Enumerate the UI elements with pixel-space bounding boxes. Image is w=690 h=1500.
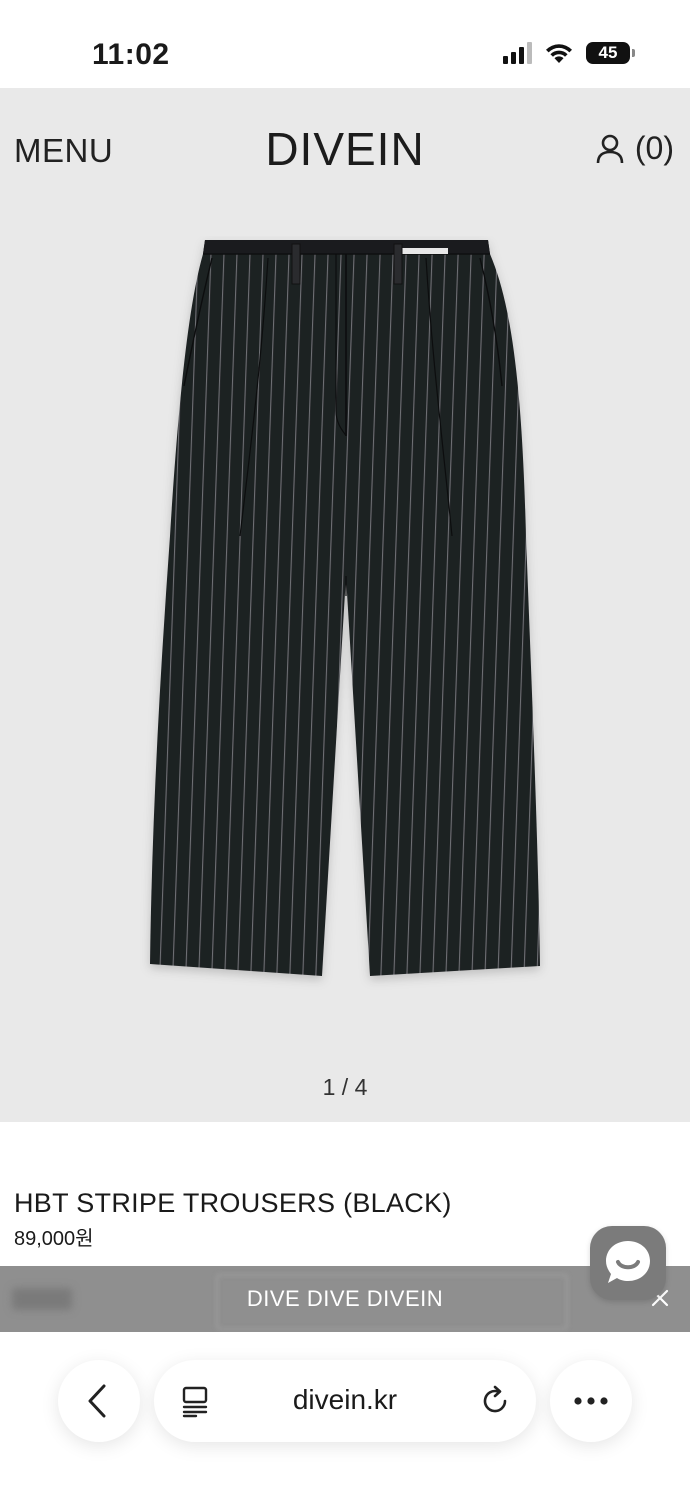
address-bar[interactable]: divein.kr: [154, 1360, 536, 1442]
wifi-icon: [546, 44, 572, 63]
banner-text: DIVE DIVE DIVEIN: [246, 1286, 444, 1311]
battery-indicator: 45: [586, 42, 635, 64]
product-gallery[interactable]: MENU DIVEIN (0) 1 / 4: [0, 88, 690, 1122]
product-price: 89,000원: [14, 1228, 94, 1250]
person-icon: [596, 134, 624, 163]
cellular-signal-icon: [503, 42, 532, 64]
status-time: 11:02: [92, 38, 170, 71]
browser-toolbar: divein.kr: [0, 1332, 690, 1500]
striped-trousers-image[interactable]: [140, 236, 550, 996]
account-cart-button[interactable]: (0): [595, 130, 674, 167]
promo-banner[interactable]: DIVE DIVE DIVEIN: [0, 1266, 690, 1332]
chat-button[interactable]: [590, 1226, 666, 1300]
status-bar: 11:02 45: [0, 0, 690, 88]
chevron-left-icon: [88, 1384, 106, 1418]
chat-bubble-icon: [606, 1241, 650, 1283]
slide-counter: 1 / 4: [322, 1074, 368, 1100]
more-button[interactable]: [550, 1360, 632, 1442]
brand-logo[interactable]: DIVEIN: [0, 122, 690, 176]
back-button[interactable]: [58, 1360, 140, 1442]
status-icons: 45: [503, 42, 635, 64]
reload-icon[interactable]: [478, 1384, 512, 1418]
more-dots-icon: [574, 1397, 608, 1405]
cart-count: (0): [634, 130, 674, 166]
product-title: HBT STRIPE TROUSERS (BLACK): [14, 1188, 452, 1218]
